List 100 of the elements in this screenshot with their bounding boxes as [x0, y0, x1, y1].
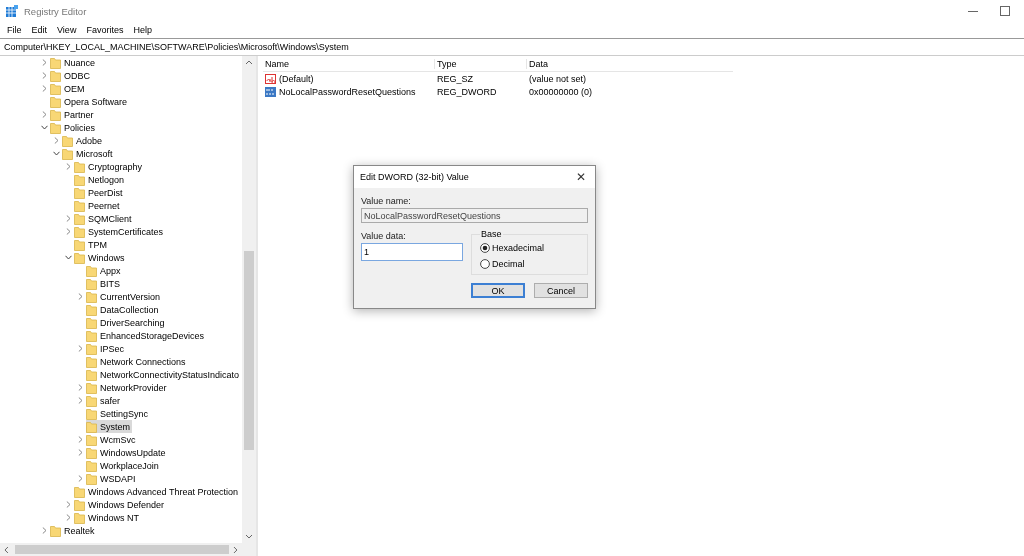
chevron-right-icon[interactable]	[41, 59, 47, 66]
chevron-right-icon[interactable]	[53, 137, 59, 144]
tree-item[interactable]: IPSec	[86, 342, 126, 355]
chevron-right-icon[interactable]	[41, 111, 47, 118]
tree-item[interactable]: WindowsUpdate	[86, 446, 168, 459]
tree-item[interactable]: NetworkConnectivityStatusIndicato	[86, 368, 242, 381]
folder-icon	[62, 147, 73, 160]
value-name-field[interactable]: NoLocalPasswordResetQuestions	[361, 208, 588, 223]
folder-icon	[86, 342, 97, 355]
folder-icon	[50, 95, 61, 108]
tree-item[interactable]: Windows Advanced Threat Protection	[74, 485, 240, 498]
chevron-right-icon[interactable]	[77, 475, 83, 482]
chevron-right-icon[interactable]	[77, 345, 83, 352]
radio-label[interactable]: Decimal	[492, 258, 525, 269]
tree-item[interactable]: Realtek	[50, 524, 97, 537]
chevron-down-icon[interactable]	[40, 125, 48, 130]
tree-item[interactable]: System	[86, 420, 132, 433]
chevron-right-icon[interactable]	[41, 72, 47, 79]
tree-item[interactable]: EnhancedStorageDevices	[86, 329, 207, 342]
tree-item[interactable]: Partner	[50, 108, 96, 121]
folder-icon	[86, 290, 97, 303]
chevron-right-icon[interactable]	[77, 384, 83, 391]
chevron-right-icon[interactable]	[65, 228, 71, 235]
radio-button[interactable]	[480, 242, 490, 253]
menu-item[interactable]: Edit	[26, 25, 53, 35]
value-data: 0x00000000 (0)	[529, 87, 593, 98]
chevron-right-icon[interactable]	[65, 163, 71, 170]
column-header[interactable]: Name	[265, 58, 289, 69]
tree-item[interactable]: Opera Software	[50, 95, 130, 108]
tree-item[interactable]: SystemCertificates	[74, 225, 166, 238]
tree-item[interactable]: PeerDist	[74, 186, 125, 199]
radio-button[interactable]	[480, 258, 490, 269]
tree-item[interactable]: OEM	[50, 82, 87, 95]
chevron-right-icon[interactable]	[77, 436, 83, 443]
tree-item[interactable]: Adobe	[62, 134, 105, 147]
horizontal-scrollbar[interactable]	[0, 543, 256, 556]
value-data: (value not set)	[529, 73, 587, 84]
tree-item[interactable]: SQMClient	[74, 212, 134, 225]
tree-item[interactable]: WcmSvc	[86, 433, 138, 446]
chevron-right-icon[interactable]	[77, 449, 83, 456]
tree-item[interactable]: Appx	[86, 264, 123, 277]
value-name[interactable]: (Default)	[279, 73, 314, 84]
column-header[interactable]: Type	[437, 58, 457, 69]
chevron-down-icon[interactable]	[52, 151, 60, 156]
vertical-scrollbar[interactable]	[242, 56, 256, 543]
menu-item[interactable]: File	[2, 25, 27, 35]
folder-icon	[86, 303, 97, 316]
tree-item[interactable]: WorkplaceJoin	[86, 459, 161, 472]
chevron-right-icon[interactable]	[77, 293, 83, 300]
tree-item[interactable]: BITS	[86, 277, 122, 290]
folder-icon	[86, 407, 97, 420]
tree-item[interactable]: DataCollection	[86, 303, 161, 316]
tree-item[interactable]: ODBC	[50, 69, 92, 82]
tree-item[interactable]: Peernet	[74, 199, 122, 212]
chevron-right-icon[interactable]	[77, 397, 83, 404]
tree-item[interactable]: Windows	[74, 251, 127, 264]
chevron-right-icon[interactable]	[65, 501, 71, 508]
tree-item[interactable]: Netlogon	[74, 173, 127, 186]
tree-item[interactable]: Policies	[50, 121, 97, 134]
menu-item[interactable]: View	[52, 25, 82, 35]
chevron-right-icon[interactable]	[41, 85, 47, 92]
folder-icon	[74, 498, 85, 511]
folder-icon	[50, 121, 61, 134]
tree-item[interactable]: TPM	[74, 238, 109, 251]
folder-icon	[86, 316, 97, 329]
cancel-button[interactable]: Cancel	[534, 283, 588, 298]
tree-item[interactable]: NetworkProvider	[86, 381, 169, 394]
scroll-thumb[interactable]	[244, 251, 254, 451]
folder-icon	[86, 329, 97, 342]
tree-item[interactable]: safer	[86, 394, 122, 407]
value-data-field[interactable]: 1	[361, 243, 463, 261]
window-title: Registry Editor	[24, 5, 88, 17]
close-button[interactable]: ✕	[573, 170, 589, 184]
tree-item[interactable]: Nuance	[50, 56, 98, 69]
menu-item[interactable]: Help	[128, 25, 157, 35]
folder-icon	[74, 251, 85, 264]
chevron-right-icon[interactable]	[65, 514, 71, 521]
scroll-thumb[interactable]	[14, 545, 230, 554]
tree-item[interactable]: Network Connections	[86, 355, 188, 368]
tree-item[interactable]: DriverSearching	[86, 316, 167, 329]
radio-label[interactable]: Hexadecimal	[492, 242, 545, 253]
address-field[interactable]: Computer\HKEY_LOCAL_MACHINE\SOFTWARE\Policies\Microsoft\Windows\System	[0, 38, 1024, 56]
tree-item[interactable]: CurrentVersion	[86, 290, 163, 303]
value-name[interactable]: NoLocalPasswordResetQuestions	[279, 87, 416, 98]
folder-icon	[50, 69, 61, 82]
menu-item[interactable]: Favorites	[81, 25, 129, 35]
tree-item[interactable]: WSDAPI	[86, 472, 138, 485]
maximize-icon[interactable]	[1000, 6, 1010, 16]
column-header[interactable]: Data	[529, 58, 548, 69]
tree-item[interactable]: Microsoft	[62, 147, 115, 160]
tree-item[interactable]: Windows Defender	[74, 498, 167, 511]
ok-button[interactable]: OK	[471, 283, 525, 298]
tree-item[interactable]: Cryptography	[74, 160, 145, 173]
chevron-right-icon[interactable]	[41, 527, 47, 534]
chevron-right-icon[interactable]	[65, 215, 71, 222]
folder-icon	[50, 524, 61, 537]
chevron-down-icon[interactable]	[64, 255, 72, 260]
tree-item[interactable]: SettingSync	[86, 407, 151, 420]
tree-item[interactable]: Windows NT	[74, 511, 141, 524]
folder-icon	[74, 199, 85, 212]
